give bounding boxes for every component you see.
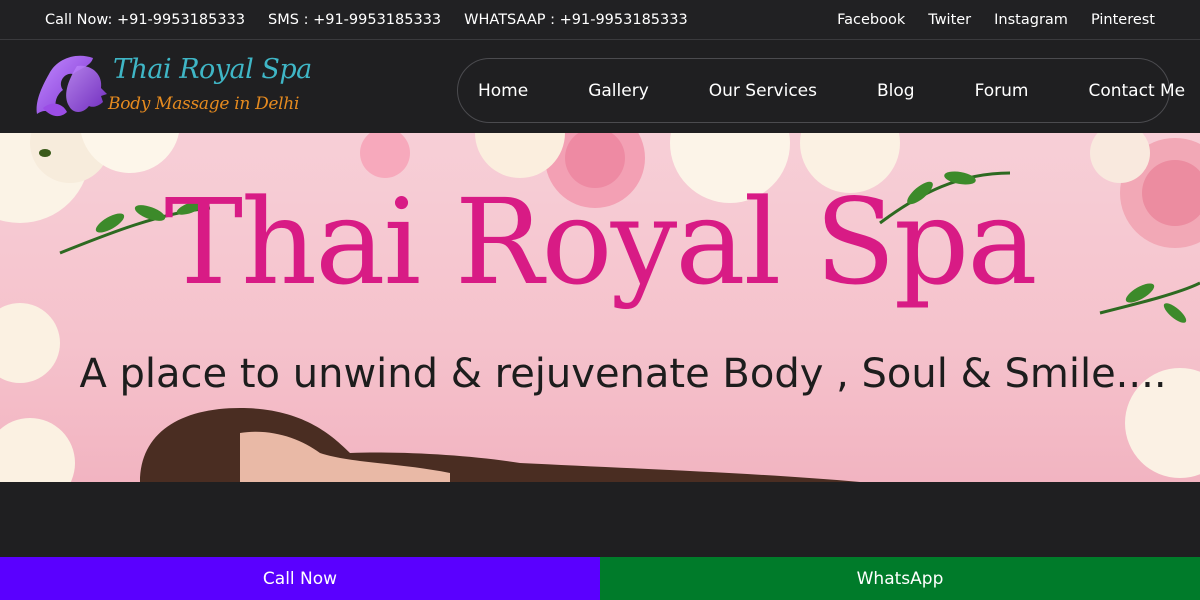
site-header: Thai Royal Spa Body Massage in Delhi Hom… [0, 40, 1200, 133]
nav-gallery[interactable]: Gallery [588, 81, 649, 101]
nav-blog[interactable]: Blog [877, 81, 915, 101]
pinterest-link[interactable]: Pinterest [1091, 12, 1155, 28]
nav-our-services[interactable]: Our Services [709, 81, 817, 101]
nav-home[interactable]: Home [478, 81, 528, 101]
top-info-bar: Call Now: +91-9953185333 SMS : +91-99531… [0, 0, 1200, 40]
twitter-link[interactable]: Twiter [928, 12, 971, 28]
main-nav: Home Gallery Our Services Blog Forum Con… [457, 58, 1185, 123]
nav-contact-me[interactable]: Contact Me [1088, 81, 1185, 101]
site-logo[interactable]: Thai Royal Spa Body Massage in Delhi [33, 52, 312, 122]
hero-banner: Thai Royal Spa A place to unwind & rejuv… [0, 133, 1200, 482]
sms-info[interactable]: SMS : +91-9953185333 [268, 12, 441, 28]
instagram-link[interactable]: Instagram [994, 12, 1068, 28]
facebook-link[interactable]: Facebook [837, 12, 905, 28]
woman-face-icon [36, 55, 107, 117]
logo-title: Thai Royal Spa [113, 54, 312, 85]
hero-title: Thai Royal Spa [164, 173, 1037, 311]
call-now-button[interactable]: Call Now [0, 557, 600, 600]
whatsapp-button[interactable]: WhatsApp [600, 557, 1200, 600]
whatsapp-info[interactable]: WHATSAAP : +91-9953185333 [464, 12, 688, 28]
call-now-info[interactable]: Call Now: +91-9953185333 [45, 12, 245, 28]
logo-tagline: Body Massage in Delhi [108, 94, 300, 114]
nav-forum[interactable]: Forum [975, 81, 1029, 101]
social-links: Facebook Twiter Instagram Pinterest [837, 0, 1155, 40]
hero-subtitle: A place to unwind & rejuvenate Body , So… [79, 351, 1167, 397]
contact-info: Call Now: +91-9953185333 SMS : +91-99531… [45, 0, 688, 40]
